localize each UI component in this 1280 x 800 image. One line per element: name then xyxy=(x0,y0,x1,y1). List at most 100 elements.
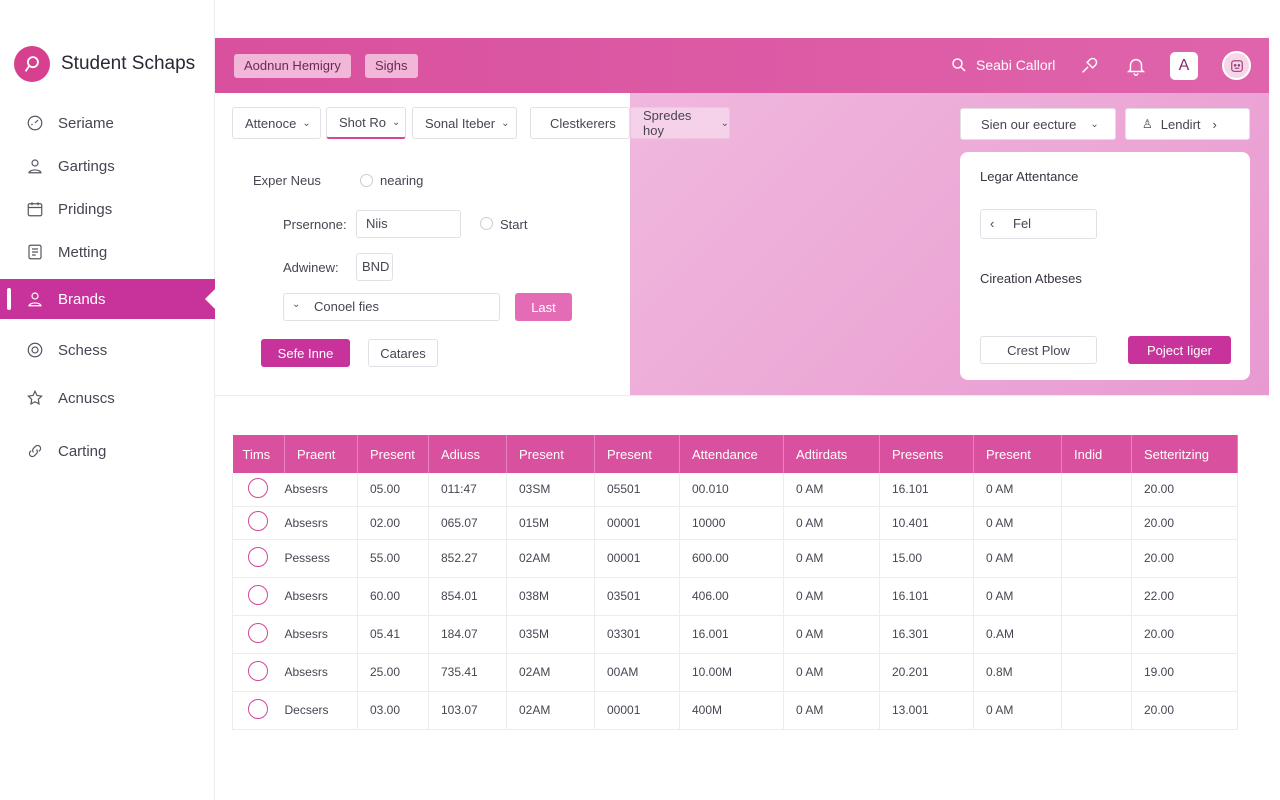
filter-shot[interactable]: Shot Ro ⌄ xyxy=(326,107,406,139)
row-select-cell xyxy=(232,506,285,540)
avatar[interactable] xyxy=(1222,51,1251,80)
brand[interactable]: Student Schaps xyxy=(14,46,195,82)
table-row[interactable]: Pessess 55.00 852.27 02AM 00001 600.00 0 AM 15.… xyxy=(232,539,1238,578)
column-header[interactable]: Setteritzing xyxy=(1131,435,1238,473)
filter-spredes[interactable]: Spredes hoy ⌄ xyxy=(630,107,730,139)
sidebar-item-label: Acnuscs xyxy=(58,389,115,407)
chevron-left-icon[interactable]: ‹ xyxy=(990,216,994,231)
table-cell: 015M xyxy=(506,506,595,540)
table-cell: 02AM xyxy=(506,653,595,692)
top-header: Aodnun Hemigry Sighs Seabi Callorl A xyxy=(215,38,1269,93)
link-icon xyxy=(26,442,44,460)
row-select-radio[interactable] xyxy=(248,660,268,681)
row-select-radio[interactable] xyxy=(248,698,268,719)
account-button[interactable]: A xyxy=(1170,52,1198,80)
chevron-down-icon: ⌄ xyxy=(501,117,510,129)
section-divider xyxy=(215,395,1269,396)
table-cell: 25.00 xyxy=(357,653,429,692)
row-select-radio[interactable] xyxy=(248,584,268,605)
column-header[interactable]: Tims xyxy=(232,435,285,473)
table-cell: 00.010 xyxy=(679,473,784,507)
table-cell: 735.41 xyxy=(428,653,507,692)
column-header[interactable]: Adtirdats xyxy=(783,435,880,473)
table-cell: 03501 xyxy=(594,577,680,616)
row-select-radio[interactable] xyxy=(248,546,268,567)
filter-clestkerers[interactable]: Clestkerers xyxy=(530,107,630,139)
table-cell: Absesrs xyxy=(284,473,358,507)
table-row[interactable]: Decsers 03.00 103.07 02AM 00001 400M 0 AM 13.00… xyxy=(232,691,1238,730)
row-select-radio[interactable] xyxy=(248,477,268,498)
sidebar-item-acnuscs[interactable]: Acnuscs xyxy=(0,378,215,418)
attendance-table: Tims Praent Present Adiuss Present Prese… xyxy=(232,435,1238,730)
sidebar-item-seriame[interactable]: Seriame xyxy=(0,103,215,143)
table-cell: 0.AM xyxy=(973,615,1062,654)
table-cell: 16.101 xyxy=(879,473,974,507)
sidebar-item-schess[interactable]: Schess xyxy=(0,330,215,370)
crest-flow-button[interactable]: Crest Plow xyxy=(980,336,1097,364)
column-header[interactable]: Presents xyxy=(879,435,974,473)
row-select-radio[interactable] xyxy=(248,622,268,643)
radio-start[interactable] xyxy=(480,217,493,230)
table-cell: 22.00 xyxy=(1131,577,1238,616)
last-button[interactable]: Last xyxy=(515,293,572,321)
sidebar-item-label: Brands xyxy=(58,290,106,308)
settings-icon[interactable] xyxy=(1075,52,1103,80)
column-header[interactable]: Present xyxy=(357,435,429,473)
filter-attendance[interactable]: Attenoce ⌄ xyxy=(232,107,321,139)
column-header[interactable]: Attendance xyxy=(679,435,784,473)
lead-button[interactable]: ♙ Lendirt › xyxy=(1125,108,1250,140)
card-nav-field[interactable]: Fel xyxy=(980,209,1097,239)
radio-label-start: Start xyxy=(500,217,528,232)
save-button[interactable]: Sefe Inne xyxy=(261,339,350,367)
table-cell: 05.41 xyxy=(357,615,429,654)
table-row[interactable]: Absesrs 02.00 065.07 015M 00001 10000 0 AM 10.4… xyxy=(232,506,1238,540)
structure-select[interactable]: Sien our eecture ⌄ xyxy=(960,108,1116,140)
notification-icon[interactable] xyxy=(1122,52,1150,80)
table-row[interactable]: Absesrs 05.00 011:47 03SM 05501 00.010 0 AM 16.… xyxy=(232,473,1238,507)
table-row[interactable]: Absesrs 60.00 854.01 038M 03501 406.00 0 AM 16.… xyxy=(232,577,1238,616)
sidebar-item-metting[interactable]: Metting xyxy=(0,232,215,272)
column-header[interactable]: Present xyxy=(973,435,1062,473)
table-cell: 00001 xyxy=(594,506,680,540)
conoel-select[interactable]: Conoel fies xyxy=(283,293,500,321)
column-header[interactable]: Praent xyxy=(284,435,358,473)
header-search[interactable]: Seabi Callorl xyxy=(950,56,1055,74)
header-chip-secondary[interactable]: Sighs xyxy=(365,54,418,78)
chevron-down-icon: ⌄ xyxy=(292,299,301,310)
table-cell: 03SM xyxy=(506,473,595,507)
column-header[interactable]: Adiuss xyxy=(428,435,507,473)
user-icon xyxy=(26,157,44,175)
row-select-radio[interactable] xyxy=(248,511,268,531)
target-icon xyxy=(26,341,44,359)
project-button[interactable]: Poject Iiger xyxy=(1128,336,1231,364)
prsernone-input[interactable]: Niis xyxy=(356,210,461,238)
row-select-cell xyxy=(232,615,285,654)
sidebar-item-brands[interactable]: Brands xyxy=(0,279,215,319)
header-chip-primary[interactable]: Aodnun Hemigry xyxy=(234,54,351,78)
sidebar-item-carting[interactable]: Carting xyxy=(0,431,215,471)
table-cell: 400M xyxy=(679,691,784,730)
column-header[interactable]: Present xyxy=(506,435,595,473)
filter-sonal[interactable]: Sonal Iteber ⌄ xyxy=(412,107,517,139)
column-header[interactable]: Present xyxy=(594,435,680,473)
sidebar-item-label: Schess xyxy=(58,341,108,359)
sidebar-item-gartings[interactable]: Gartings xyxy=(0,146,215,186)
table-cell: 0 AM xyxy=(783,577,880,616)
table-cell: 05501 xyxy=(594,473,680,507)
table-cell: 854.01 xyxy=(428,577,507,616)
table-cell: 0 AM xyxy=(783,691,880,730)
sidebar-item-pridings[interactable]: Pridings xyxy=(0,189,215,229)
table-cell: 0 AM xyxy=(783,653,880,692)
table-row[interactable]: Absesrs 05.41 184.07 035M 03301 16.001 0 AM 16.… xyxy=(232,615,1238,654)
table-cell: 10.00M xyxy=(679,653,784,692)
radio-nearing[interactable] xyxy=(360,174,373,187)
field-label-prsernone: Prsernone: xyxy=(283,217,347,232)
adwinew-input[interactable]: BND xyxy=(356,253,393,281)
table-row[interactable]: Absesrs 25.00 735.41 02AM 00AM 10.00M 0 AM 20.2… xyxy=(232,653,1238,692)
filter-label: Attenoce xyxy=(245,115,297,131)
chevron-down-icon: ⌄ xyxy=(391,117,401,128)
table-cell: 184.07 xyxy=(428,615,507,654)
column-header[interactable]: Indid xyxy=(1061,435,1132,473)
table-cell: 0 AM xyxy=(783,506,880,540)
cancel-button[interactable]: Catares xyxy=(368,339,438,367)
